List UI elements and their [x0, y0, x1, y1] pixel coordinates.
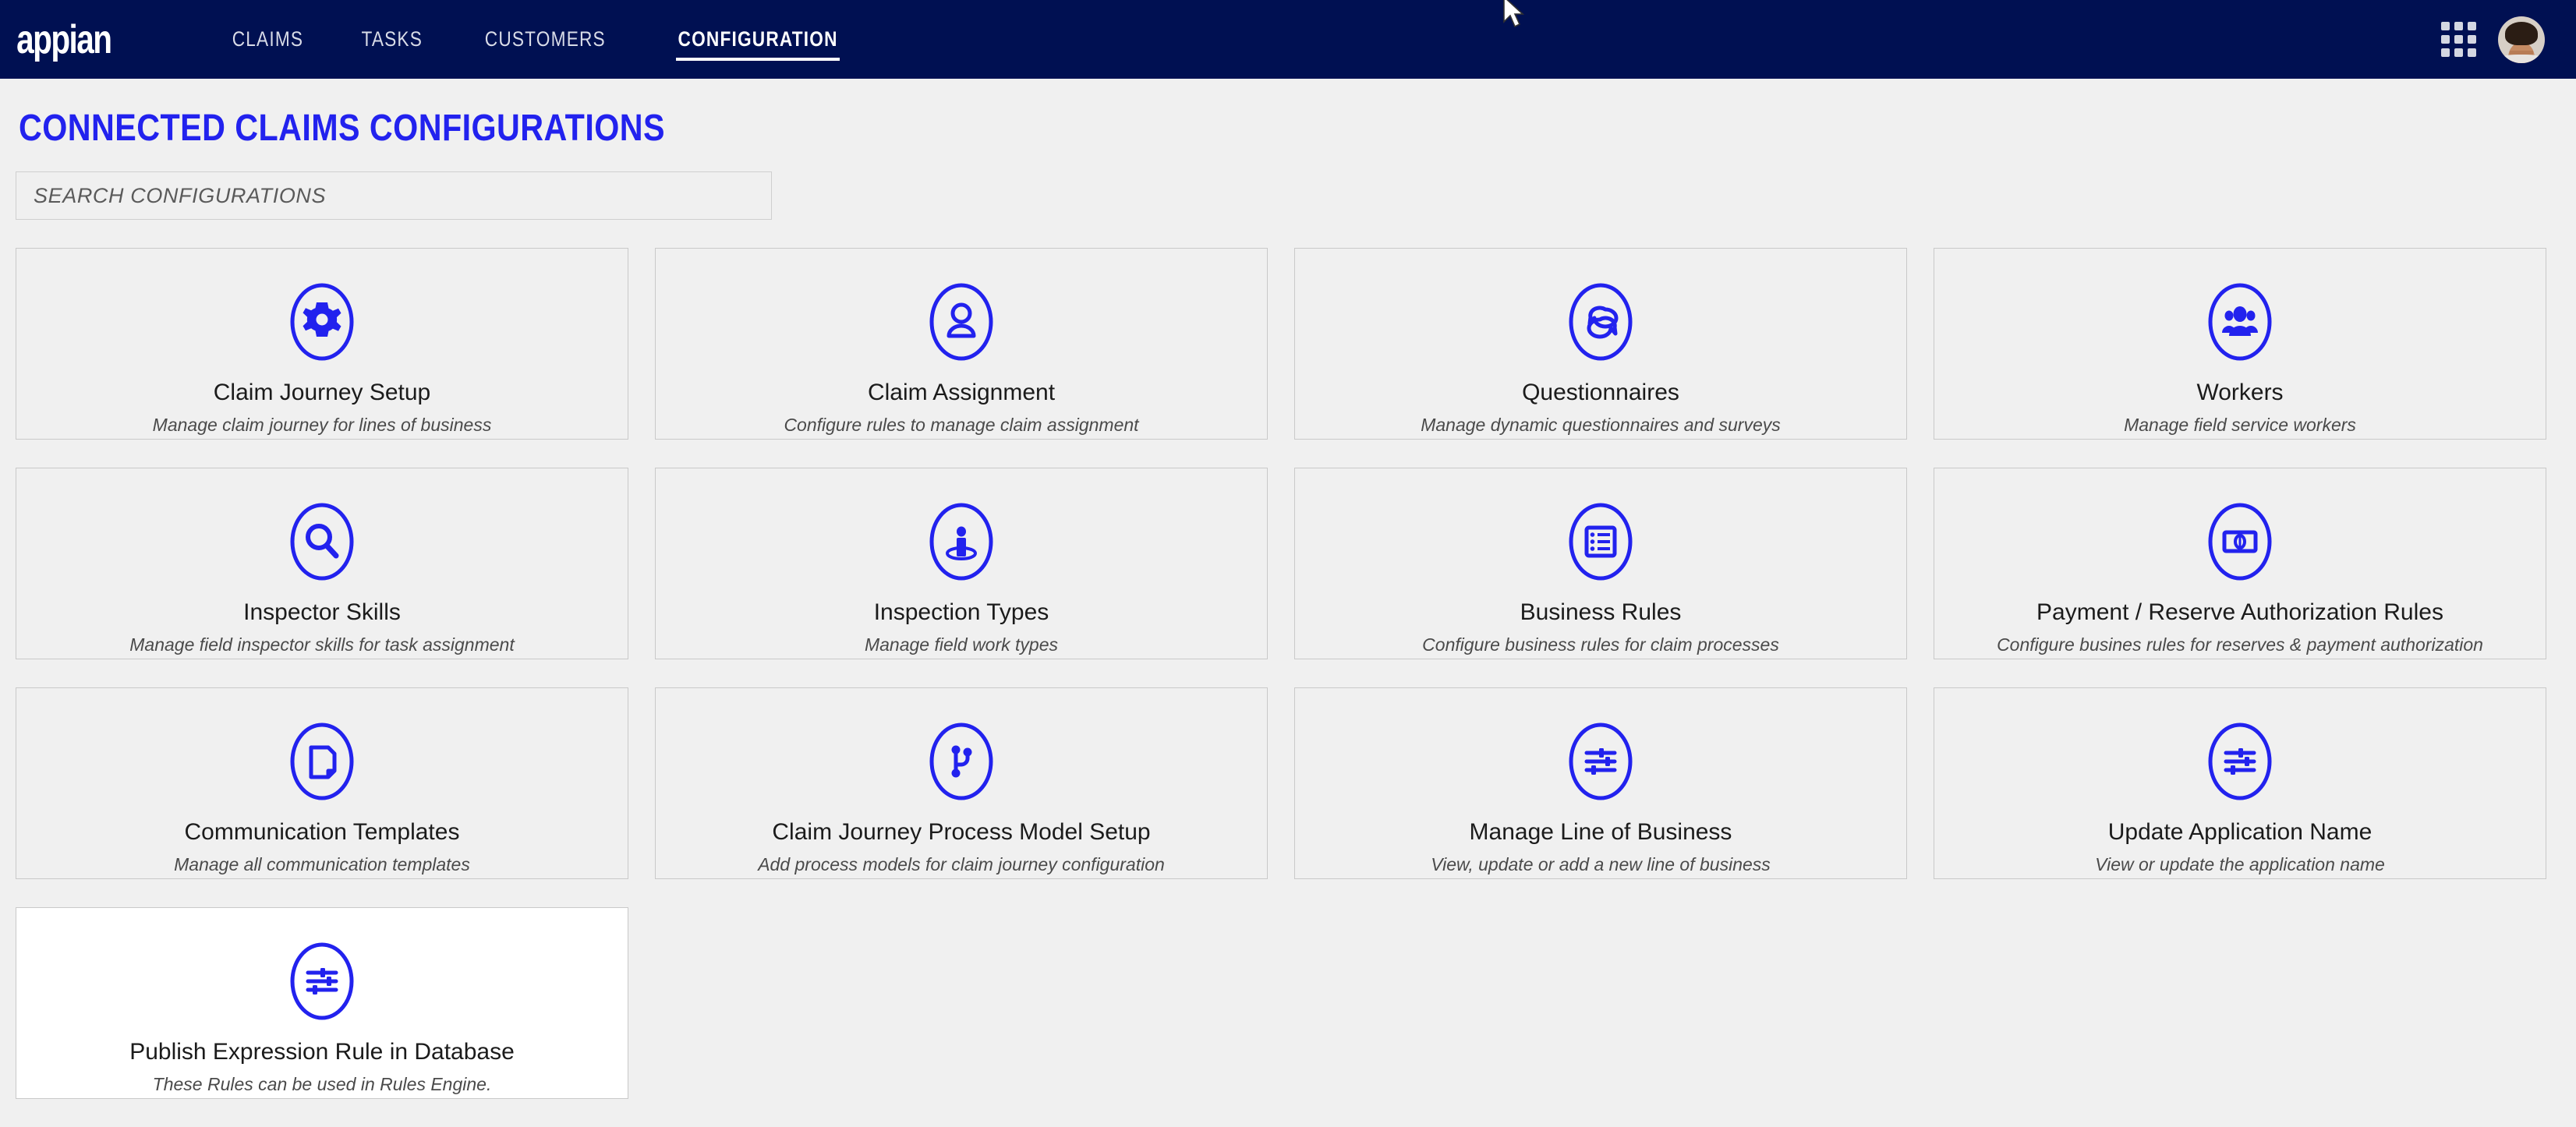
apps-grid-icon[interactable] [2441, 22, 2476, 57]
config-card-questionnaires[interactable]: Questionnaires Manage dynamic questionna… [1294, 248, 1907, 440]
checklist-icon [1557, 498, 1644, 585]
card-description: Configure rules to manage claim assignme… [784, 415, 1139, 435]
card-description: Add process models for claim journey con… [758, 854, 1165, 874]
card-description: View, update or add a new line of busine… [1431, 854, 1771, 874]
page-title: CONNECTED CLAIMS CONFIGURATIONS [19, 108, 665, 149]
config-card-workers[interactable]: Workers Manage field service workers [1934, 248, 2546, 440]
configuration-cards-grid: Claim Journey Setup Manage claim journey… [16, 248, 2560, 1099]
card-description: Manage all communication templates [174, 854, 470, 874]
nav-item-claims[interactable]: CLAIMS [213, 0, 322, 79]
search-input[interactable] [16, 171, 772, 220]
page-content: CONNECTED CLAIMS CONFIGURATIONS Claim Jo… [0, 107, 2576, 1099]
card-description: These Rules can be used in Rules Engine. [152, 1074, 492, 1094]
config-card-update-application-name[interactable]: Update Application Name View or update t… [1934, 687, 2546, 879]
config-card-claim-journey-process-model-setup[interactable]: Claim Journey Process Model Setup Add pr… [655, 687, 1268, 879]
user-icon [918, 278, 1005, 366]
card-title: Claim Journey Process Model Setup [772, 819, 1151, 845]
card-title: Payment / Reserve Authorization Rules [2036, 599, 2443, 625]
person-location-icon [918, 498, 1005, 585]
config-card-inspector-skills[interactable]: Inspector Skills Manage field inspector … [16, 468, 628, 659]
card-description: Manage claim journey for lines of busine… [152, 415, 492, 435]
magnifier-icon [278, 498, 366, 585]
nav-item-configuration[interactable]: CONFIGURATION [659, 0, 857, 79]
appian-logo[interactable]: appian [14, 19, 112, 60]
card-description: View or update the application name [2095, 854, 2385, 874]
card-title: Inspection Types [873, 599, 1049, 625]
config-card-claim-assignment[interactable]: Claim Assignment Configure rules to mana… [655, 248, 1268, 440]
top-bar-right-actions [2441, 16, 2545, 63]
card-title: Workers [2196, 380, 2284, 405]
card-description: Manage field inspector skills for task a… [129, 634, 515, 655]
mouse-cursor-icon [1503, 0, 1525, 28]
nav-item-tasks[interactable]: TASKS [342, 0, 441, 79]
card-title: Update Application Name [2107, 819, 2373, 845]
document-icon [278, 718, 366, 805]
card-title: Inspector Skills [243, 599, 401, 625]
config-card-claim-journey-setup[interactable]: Claim Journey Setup Manage claim journey… [16, 248, 628, 440]
card-description: Configure busines rules for reserves & p… [1997, 634, 2483, 655]
config-card-payment-reserve-authorization-rules[interactable]: Payment / Reserve Authorization Rules Co… [1934, 468, 2546, 659]
card-description: Configure business rules for claim proce… [1422, 634, 1779, 655]
banknote-icon [2196, 498, 2284, 585]
main-nav: CLAIMS TASKS CUSTOMERS CONFIGURATION [203, 0, 876, 79]
avatar[interactable] [2498, 16, 2545, 63]
gear-icon [278, 278, 366, 366]
sliders-icon [1557, 718, 1644, 805]
card-description: Manage field service workers [2124, 415, 2356, 435]
search-configurations-wrapper [16, 171, 2560, 220]
card-title: Claim Assignment [867, 380, 1056, 405]
sliders-icon [2196, 718, 2284, 805]
chat-bubbles-icon [1557, 278, 1644, 366]
card-title: Claim Journey Setup [213, 380, 431, 405]
config-card-inspection-types[interactable]: Inspection Types Manage field work types [655, 468, 1268, 659]
card-title: Communication Templates [184, 819, 460, 845]
config-card-business-rules[interactable]: Business Rules Configure business rules … [1294, 468, 1907, 659]
branch-icon [918, 718, 1005, 805]
avatar-shirt [2500, 54, 2543, 63]
config-card-publish-expression-rule-in-database[interactable]: Publish Expression Rule in Database Thes… [16, 907, 628, 1099]
card-description: Manage field work types [864, 634, 1058, 655]
group-people-icon [2196, 278, 2284, 366]
card-title: Business Rules [1520, 599, 1682, 625]
card-title: Questionnaires [1522, 380, 1679, 405]
card-title: Publish Expression Rule in Database [129, 1039, 515, 1065]
top-navigation-bar: appian CLAIMS TASKS CUSTOMERS CONFIGURAT… [0, 0, 2576, 79]
config-card-communication-templates[interactable]: Communication Templates Manage all commu… [16, 687, 628, 879]
card-title: Manage Line of Business [1469, 819, 1732, 845]
sliders-icon [278, 938, 366, 1025]
avatar-hair [2505, 21, 2538, 45]
nav-item-customers[interactable]: CUSTOMERS [465, 0, 625, 79]
card-description: Manage dynamic questionnaires and survey… [1421, 415, 1781, 435]
config-card-manage-line-of-business[interactable]: Manage Line of Business View, update or … [1294, 687, 1907, 879]
